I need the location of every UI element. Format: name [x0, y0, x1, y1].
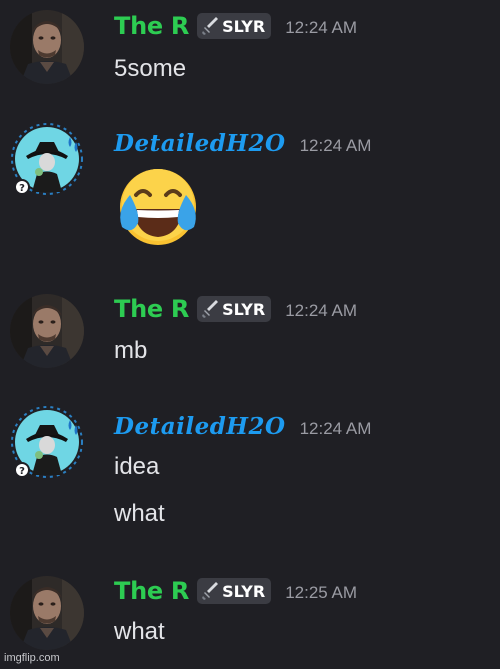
message-text: what [114, 500, 165, 527]
username[interactable]: The R [114, 295, 189, 323]
message-header: DetailedH2O 12:24 AM [114, 130, 371, 157]
sword-icon [202, 300, 219, 318]
server-tag[interactable]: SLYR [197, 296, 272, 322]
avatar[interactable] [10, 10, 84, 84]
message-text: 5some [114, 55, 187, 82]
server-tag[interactable]: SLYR [197, 578, 272, 604]
avatar[interactable]: ? [10, 405, 84, 479]
message-header: The R SLYR 12:25 AM [114, 577, 357, 605]
username[interactable]: DetailedH2O [114, 413, 286, 440]
username[interactable]: The R [114, 577, 189, 605]
message-header: DetailedH2O 12:24 AM [114, 413, 371, 440]
message-text: what [114, 618, 165, 645]
timestamp: 12:24 AM [285, 18, 358, 37]
message-text: mb [114, 337, 148, 364]
server-tag-label: SLYR [222, 299, 266, 319]
avatar[interactable] [10, 576, 84, 650]
server-tag-label: SLYR [222, 581, 266, 601]
message-header: The R SLYR 12:24 AM [114, 295, 357, 323]
timestamp: 12:24 AM [299, 135, 372, 155]
message-header: The R SLYR 12:24 AM [114, 12, 357, 40]
message-text: idea [114, 453, 160, 480]
sword-icon [202, 17, 219, 35]
watermark: imgflip.com [4, 652, 60, 664]
avatar[interactable]: ? [10, 122, 84, 196]
chat-log: The R SLYR 12:24 AM 5some ? DetailedH2O [0, 0, 500, 669]
username[interactable]: The R [114, 12, 189, 40]
sword-icon [202, 582, 219, 600]
username[interactable]: DetailedH2O [114, 130, 286, 157]
svg-text:?: ? [19, 183, 25, 194]
server-tag[interactable]: SLYR [197, 13, 272, 39]
server-tag-label: SLYR [222, 16, 266, 36]
joy-emoji-icon [120, 169, 196, 245]
avatar[interactable] [10, 294, 84, 368]
timestamp: 12:25 AM [285, 583, 358, 602]
timestamp: 12:24 AM [285, 301, 358, 320]
svg-text:?: ? [19, 466, 25, 477]
timestamp: 12:24 AM [299, 418, 372, 438]
